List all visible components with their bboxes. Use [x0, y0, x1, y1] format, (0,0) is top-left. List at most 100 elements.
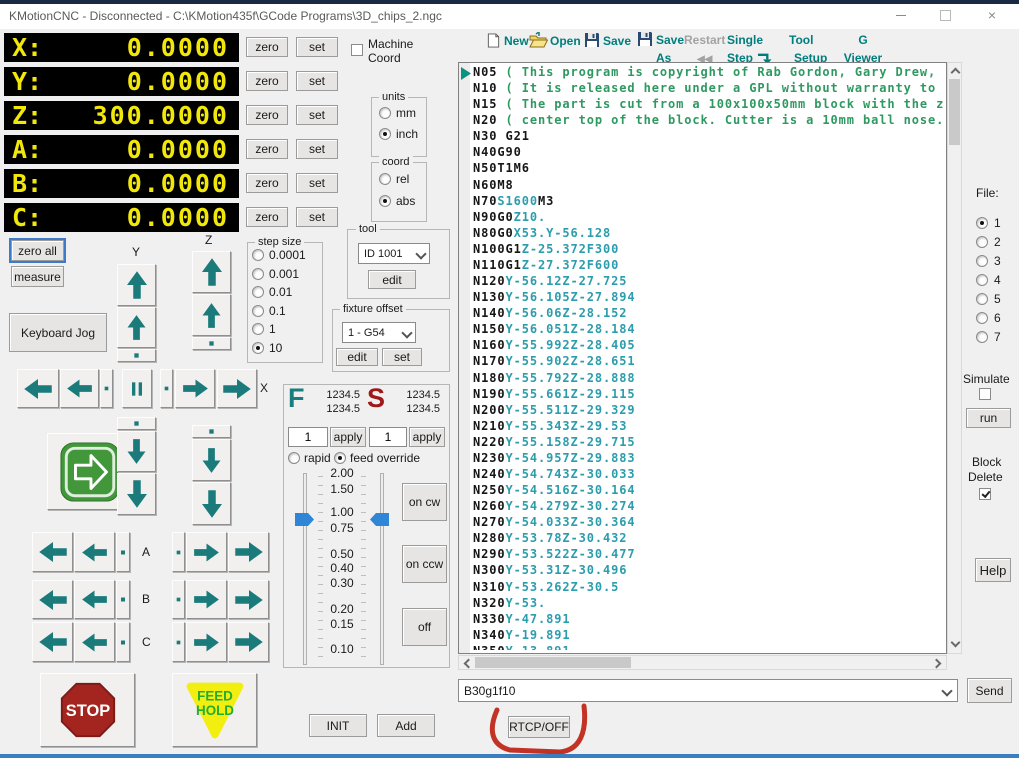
vscroll-thumb[interactable] — [949, 79, 960, 145]
jog-z-plus[interactable] — [192, 294, 231, 336]
scroll-right-icon[interactable] — [932, 659, 942, 669]
simulate-checkbox[interactable] — [979, 388, 991, 400]
feed-override-radio[interactable] — [334, 452, 346, 464]
jog-z-plus-step[interactable] — [192, 337, 231, 350]
jog-y-minus[interactable] — [117, 431, 156, 472]
send-button[interactable]: Send — [967, 678, 1012, 703]
zero-a-button[interactable]: zero — [246, 139, 288, 159]
set-a-button[interactable]: set — [296, 139, 338, 159]
jog-c-plus-step[interactable] — [172, 622, 185, 662]
file-radio-6[interactable] — [976, 312, 988, 324]
feed-override-slider-thumb[interactable] — [295, 513, 315, 526]
scroll-left-icon[interactable] — [464, 659, 474, 669]
jog-y-plus[interactable] — [117, 307, 156, 348]
spindle-override-slider-thumb[interactable] — [369, 513, 389, 526]
scroll-up-icon[interactable] — [951, 68, 961, 78]
zero-all-button[interactable]: zero all — [11, 240, 64, 261]
zero-x-button[interactable]: zero — [246, 37, 288, 57]
mdi-command-input[interactable]: B30g1f10 — [458, 679, 958, 702]
file-radio-4[interactable] — [976, 274, 988, 286]
tool-select[interactable]: ID 1001 — [358, 243, 430, 264]
jog-c-minus[interactable] — [74, 622, 115, 662]
jog-b-minus-fast[interactable] — [32, 580, 73, 619]
jog-c-plus-fast[interactable] — [228, 622, 269, 662]
add-button[interactable]: Add — [377, 714, 435, 737]
jog-z-plus-fast[interactable] — [192, 251, 231, 293]
jog-pause-button[interactable] — [122, 369, 152, 408]
hscroll-thumb[interactable] — [475, 657, 631, 668]
jog-y-plus-step[interactable] — [117, 349, 156, 362]
rtcp-off-button[interactable]: RTCP/OFF — [508, 716, 570, 738]
jog-a-plus-step[interactable] — [172, 532, 185, 572]
file-radio-1[interactable] — [976, 217, 988, 229]
set-z-button[interactable]: set — [296, 105, 338, 125]
jog-x-plus-step[interactable] — [160, 369, 173, 408]
feedrate-input[interactable]: 1 — [288, 427, 328, 447]
machine-coord-checkbox[interactable] — [351, 44, 363, 56]
file-radio-2[interactable] — [976, 236, 988, 248]
rapid-radio[interactable] — [288, 452, 300, 464]
zero-c-button[interactable]: zero — [246, 207, 288, 227]
jog-a-plus[interactable] — [186, 532, 227, 572]
title-bar[interactable]: KMotionCNC - Disconnected - C:\KMotion43… — [0, 4, 1019, 29]
jog-b-plus[interactable] — [186, 580, 227, 619]
jog-b-minus-step[interactable] — [116, 580, 130, 619]
measure-button[interactable]: measure — [11, 266, 64, 287]
feedrate-apply-button[interactable]: apply — [330, 427, 366, 447]
units-inch-radio[interactable] — [379, 128, 391, 140]
jog-a-plus-fast[interactable] — [228, 532, 269, 572]
jog-x-plus-fast[interactable] — [217, 369, 257, 408]
gcode-hscrollbar[interactable] — [458, 655, 947, 670]
jog-y-minus-step[interactable] — [117, 417, 156, 430]
spindle-apply-button[interactable]: apply — [409, 427, 445, 447]
init-button[interactable]: INIT — [309, 714, 367, 737]
gcode-editor[interactable]: N05 ( This program is copyright of Rab G… — [458, 62, 947, 654]
spindle-off-button[interactable]: off — [402, 608, 447, 646]
feed-hold-button[interactable]: FEED HOLD — [172, 673, 257, 747]
jog-y-plus-fast[interactable] — [117, 264, 156, 306]
file-radio-5[interactable] — [976, 293, 988, 305]
fixture-set-button[interactable]: set — [382, 348, 422, 366]
set-c-button[interactable]: set — [296, 207, 338, 227]
jog-y-minus-fast[interactable] — [117, 473, 156, 515]
toolbar-open[interactable]: Open — [529, 32, 581, 48]
jog-a-minus[interactable] — [74, 532, 115, 572]
file-radio-3[interactable] — [976, 255, 988, 267]
jog-x-minus-step[interactable] — [100, 369, 113, 408]
jog-x-plus[interactable] — [175, 369, 215, 408]
gcode-vscrollbar[interactable] — [947, 62, 962, 654]
units-mm-radio[interactable] — [379, 107, 391, 119]
maximize-button[interactable] — [928, 4, 962, 26]
toolbar-new[interactable]: New — [486, 32, 529, 49]
jog-z-minus-step[interactable] — [192, 425, 231, 438]
spindle-override-slider-track[interactable] — [380, 473, 384, 665]
jog-b-plus-fast[interactable] — [228, 580, 269, 619]
jog-a-minus-step[interactable] — [116, 532, 130, 572]
coord-abs-radio[interactable] — [379, 195, 391, 207]
fixture-offset-select[interactable]: 1 - G54 — [342, 322, 416, 343]
set-y-button[interactable]: set — [296, 71, 338, 91]
set-b-button[interactable]: set — [296, 173, 338, 193]
step-size-radio-10[interactable] — [252, 342, 264, 354]
keyboard-jog-button[interactable]: Keyboard Jog — [9, 313, 107, 352]
tool-edit-button[interactable]: edit — [368, 270, 416, 289]
run-button[interactable]: run — [966, 408, 1011, 428]
zero-z-button[interactable]: zero — [246, 105, 288, 125]
coord-rel-radio[interactable] — [379, 173, 391, 185]
step-size-radio-0.1[interactable] — [252, 305, 264, 317]
toolbar-save[interactable]: Save — [584, 32, 631, 48]
block-delete-checkbox[interactable] — [979, 488, 991, 500]
help-button[interactable]: Help — [975, 558, 1011, 582]
spindle-on-cw-button[interactable]: on cw — [402, 483, 447, 521]
minimize-button[interactable] — [884, 4, 918, 26]
spindle-on-ccw-button[interactable]: on ccw — [402, 545, 447, 583]
step-size-radio-0.001[interactable] — [252, 268, 264, 280]
jog-z-minus-fast[interactable] — [192, 482, 231, 525]
scroll-down-icon[interactable] — [951, 638, 961, 648]
step-size-radio-0.0001[interactable] — [252, 249, 264, 261]
zero-b-button[interactable]: zero — [246, 173, 288, 193]
jog-b-minus[interactable] — [74, 580, 115, 619]
jog-a-minus-fast[interactable] — [32, 532, 73, 572]
zero-y-button[interactable]: zero — [246, 71, 288, 91]
set-x-button[interactable]: set — [296, 37, 338, 57]
